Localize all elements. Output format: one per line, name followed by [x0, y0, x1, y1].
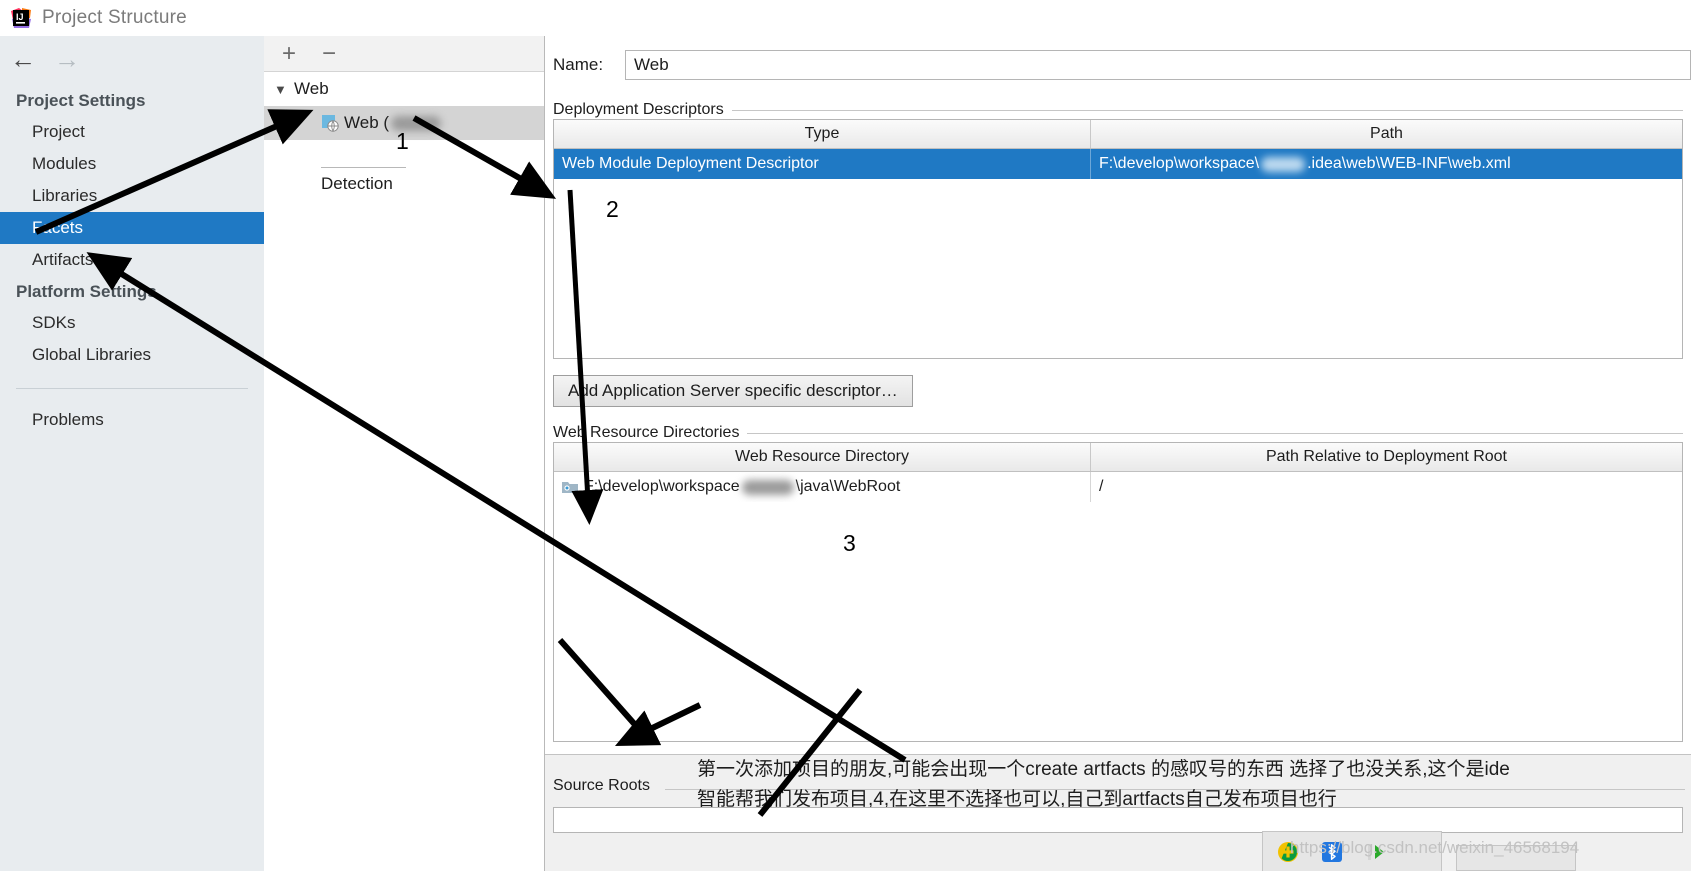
sidebar-item-libraries[interactable]: Libraries	[0, 180, 264, 212]
annotation-line-1: 第一次添加项目的朋友,可能会出现一个create artfacts 的感叹号的东…	[697, 759, 1510, 780]
section-rule	[731, 109, 1683, 111]
annotation-marker-2: 2	[606, 196, 619, 222]
cell-path-prefix: F:\develop\workspace\	[1099, 155, 1260, 172]
tree-toolbar: + −	[264, 36, 544, 72]
sidebar-divider	[16, 388, 248, 389]
cell-relative-path: /	[1090, 472, 1682, 502]
detection-separator	[321, 167, 406, 168]
arrow-right-icon[interactable]: →	[54, 46, 80, 72]
sidebar-item-label: Facets	[32, 218, 84, 237]
deployment-descriptors-section-title: Deployment Descriptors	[553, 101, 1683, 119]
navigation-arrows: ← →	[10, 46, 80, 72]
section-rule	[747, 432, 1683, 434]
sidebar-item-project[interactable]: Project	[0, 116, 264, 148]
sidebar-item-artifacts[interactable]: Artifacts	[0, 244, 264, 276]
column-header-path[interactable]: Path	[1090, 120, 1682, 148]
cell-dir-prefix: F:\develop\workspace	[584, 478, 740, 495]
sidebar-item-global-libraries[interactable]: Global Libraries	[0, 339, 264, 371]
annotation-marker-1: 1	[396, 128, 409, 154]
sidebar-item-facets[interactable]: Facets	[0, 212, 264, 244]
annotation-marker-3: 3	[843, 530, 856, 556]
section-label: Source Roots	[553, 777, 650, 794]
redacted-project-name	[741, 479, 794, 495]
column-header-type[interactable]: Type	[554, 120, 1090, 148]
sidebar-item-label: Global Libraries	[32, 345, 152, 364]
tree-node-label: Web (	[344, 113, 390, 132]
facets-tree-panel: + − ▼ Web Web ( Detection	[264, 36, 545, 871]
column-header-web-resource-directory[interactable]: Web Resource Directory	[554, 443, 1090, 471]
name-row: Name:	[553, 50, 1691, 80]
name-label: Name:	[553, 55, 604, 74]
cell-type: Web Module Deployment Descriptor	[562, 155, 819, 172]
web-facet-icon	[322, 114, 339, 132]
sidebar-item-label: Project	[32, 122, 85, 141]
sidebar-group-project-settings: Project Settings	[16, 91, 146, 110]
web-resource-directories-section-title: Web Resource Directories	[553, 424, 1683, 442]
sidebar-group-platform-settings: Platform Settings	[16, 282, 157, 301]
deployment-descriptors-table[interactable]: Type Path Web Module Deployment Descript…	[553, 119, 1683, 359]
watermark-text: https://blog.csdn.net/weixin_46568194	[1290, 838, 1580, 857]
arrow-left-icon[interactable]: ←	[10, 46, 36, 72]
source-roots-field[interactable]	[553, 807, 1683, 833]
window-title: Project Structure	[42, 7, 187, 28]
add-facet-button[interactable]: +	[278, 41, 300, 66]
sidebar-item-label: SDKs	[32, 313, 76, 332]
detection-label: Detection	[321, 174, 393, 193]
sidebar-item-label: Modules	[32, 154, 97, 173]
table-header-row: Web Resource Directory Path Relative to …	[554, 443, 1682, 472]
tree-node-web-root[interactable]: ▼ Web	[264, 72, 544, 106]
annotation-note: 第一次添加项目的朋友,可能会出现一个create artfacts 的感叹号的东…	[697, 755, 1691, 815]
table-row[interactable]: Web Module Deployment Descriptor F:\deve…	[554, 149, 1682, 179]
window-titlebar: IJ Project Structure	[0, 0, 1691, 36]
cell-path: F:\develop\workspace\ .idea\web\WEB-INF\…	[1090, 149, 1682, 179]
sidebar-item-problems[interactable]: Problems	[0, 404, 264, 436]
sidebar-item-label: Problems	[32, 410, 104, 429]
cell-web-resource-directory: F:\develop\workspace \java\WebRoot	[554, 472, 1090, 502]
cell-dir-suffix: \java\WebRoot	[795, 478, 901, 495]
remove-facet-button[interactable]: −	[318, 41, 340, 66]
tree-node-label: Web	[294, 79, 329, 98]
table-header-row: Type Path	[554, 120, 1682, 149]
name-input[interactable]	[625, 50, 1691, 80]
redacted-project-name	[1261, 156, 1306, 172]
sidebar-item-sdks[interactable]: SDKs	[0, 307, 264, 339]
intellij-idea-icon: IJ	[10, 7, 32, 29]
folder-icon	[562, 480, 578, 494]
chevron-down-icon[interactable]: ▼	[274, 82, 294, 97]
facet-settings-pane: Name: Deployment Descriptors Type Path W…	[545, 36, 1691, 871]
cell-path-suffix: .idea\web\WEB-INF\web.xml	[1307, 155, 1511, 172]
sidebar-item-label: Artifacts	[32, 250, 94, 269]
svg-text:IJ: IJ	[16, 12, 24, 22]
add-application-server-descriptor-button[interactable]: Add Application Server specific descript…	[553, 375, 913, 407]
web-resource-directories-table[interactable]: Web Resource Directory Path Relative to …	[553, 442, 1683, 742]
sidebar-item-modules[interactable]: Modules	[0, 148, 264, 180]
sidebar-item-label: Libraries	[32, 186, 98, 205]
section-label: Deployment Descriptors	[553, 101, 724, 118]
settings-sidebar: ← → Project Settings Project Modules Lib…	[0, 36, 264, 871]
section-label: Web Resource Directories	[553, 424, 740, 441]
table-row[interactable]: F:\develop\workspace \java\WebRoot /	[554, 472, 1682, 502]
column-header-path-relative[interactable]: Path Relative to Deployment Root	[1090, 443, 1682, 471]
source-roots-label-row: Source Roots	[553, 777, 673, 795]
